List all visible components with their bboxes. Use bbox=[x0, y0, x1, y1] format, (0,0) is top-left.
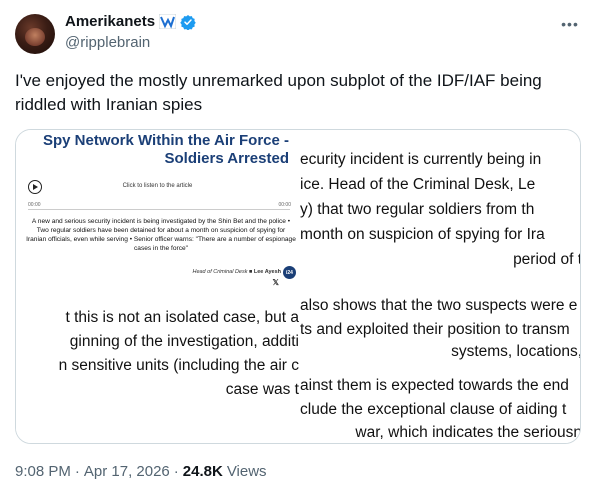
audio-time-start: 00:00 bbox=[28, 202, 41, 208]
flag-icon bbox=[158, 13, 177, 30]
avatar[interactable] bbox=[15, 14, 55, 54]
zoom-text-line: ice. Head of the Criminal Desk, Le bbox=[300, 176, 536, 193]
zoom-text-line: n sensitive units (including the air c bbox=[58, 357, 299, 374]
zoom-text-line: month on suspicion of spying for Ira bbox=[300, 226, 545, 243]
audio-progress-track bbox=[28, 209, 290, 210]
author-name-row: Amerikanets bbox=[65, 13, 196, 30]
article-byline: Head of Criminal Desk ■ Lee Ayesh bbox=[192, 269, 281, 275]
zoom-text-line: war, which indicates the seriousn bbox=[355, 424, 581, 441]
views-count: 24.8K bbox=[182, 463, 223, 480]
x-icon: 𝕏 bbox=[272, 278, 279, 287]
i24-logo: i24 bbox=[283, 266, 296, 279]
views-label: Views bbox=[226, 463, 267, 480]
listen-label: Click to listen to the article bbox=[122, 183, 193, 189]
tweet-text: I've enjoyed the mostly unremarked upon … bbox=[15, 71, 542, 114]
zoom-text-line: t this is not an isolated case, but a bbox=[65, 309, 300, 326]
media-article-screenshot[interactable]: Spy Network Within the Air Force - Soldi… bbox=[16, 130, 299, 287]
verified-badge-icon bbox=[180, 14, 196, 30]
media-zoom-top-right[interactable]: ecurity incident is currently being in i… bbox=[300, 130, 581, 287]
media-zoom-bottom-left[interactable]: t this is not an isolated case, but a gi… bbox=[16, 288, 300, 443]
article-title: Spy Network Within the Air Force - Soldi… bbox=[43, 132, 289, 167]
audio-time-end: 00:00 bbox=[278, 202, 291, 208]
footer-separator: · bbox=[173, 463, 179, 480]
tweet-date[interactable]: Apr 17, 2026 bbox=[84, 463, 170, 480]
author-display-name[interactable]: Amerikanets bbox=[65, 13, 155, 30]
footer-separator: · bbox=[74, 463, 80, 480]
byline-name: Lee Ayesh bbox=[253, 269, 281, 275]
zoom-text-line: ainst them is expected towards the end bbox=[300, 377, 569, 394]
article-summary: A new and serious security incident is b… bbox=[26, 218, 296, 252]
zoom-text-line: ts and exploited their position to trans… bbox=[300, 321, 570, 338]
zoom-text-line: clude the exceptional clause of aiding t bbox=[300, 401, 567, 418]
media-grid[interactable]: Spy Network Within the Air Force - Soldi… bbox=[15, 129, 581, 444]
zoom-text-line: ginning of the investigation, additi bbox=[69, 333, 299, 350]
zoom-text-line: ecurity incident is currently being in bbox=[300, 151, 542, 168]
author-handle[interactable]: @ripplebrain bbox=[65, 34, 150, 51]
zoom-text-line: systems, locations, bbox=[451, 343, 581, 360]
more-options-icon[interactable]: ••• bbox=[556, 14, 584, 34]
zoom-text-line: y) that two regular soldiers from th bbox=[300, 201, 535, 218]
zoom-text-line: also shows that the two suspects were e bbox=[300, 297, 578, 314]
zoom-text-line: case was t bbox=[225, 381, 299, 398]
tweet-footer: 9:08 PM · Apr 17, 2026 · 24.8K Views bbox=[15, 463, 267, 480]
media-zoom-bottom-right[interactable]: also shows that the two suspects were e … bbox=[300, 288, 581, 443]
tweet-time[interactable]: 9:08 PM bbox=[15, 463, 71, 480]
byline-prefix: Head of Criminal Desk bbox=[192, 269, 248, 275]
zoom-text-line: period of t bbox=[513, 251, 581, 268]
